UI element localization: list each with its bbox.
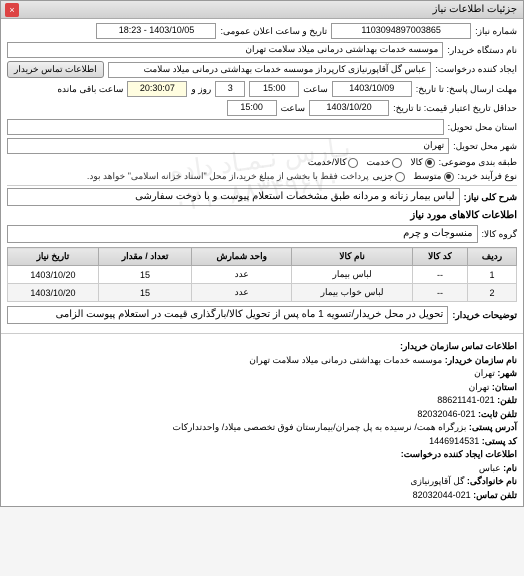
req-no-label: شماره نیاز: <box>475 26 517 37</box>
contact-buyer-button[interactable]: اطلاعات تماس خریدار <box>7 61 104 78</box>
radio-goods[interactable] <box>425 158 435 168</box>
radio-service[interactable] <box>392 158 402 168</box>
deadline-reply-date: 1403/10/09 <box>332 81 412 97</box>
creator-fname: عباس <box>479 463 501 473</box>
contact-province: تهران <box>469 382 490 392</box>
delivery-province-value <box>7 119 444 135</box>
radio-part[interactable] <box>395 172 405 182</box>
delivery-city-label: شهر محل تحویل: <box>453 141 517 152</box>
buyer-notes-label: توضیحات خریدار: <box>452 310 517 321</box>
validity-label: حداقل تاریخ اعتبار قیمت: تا تاریخ: <box>393 103 517 114</box>
th-qty: تعداد / مقدار <box>98 248 191 266</box>
close-icon[interactable]: × <box>5 3 19 17</box>
announce-value: 1403/10/05 - 18:23 <box>96 23 216 39</box>
th-name: نام کالا <box>292 248 413 266</box>
table-row: 1 -- لباس بیمار عدد 15 1403/10/20 <box>8 266 517 284</box>
org-value: موسسه خدمات بهداشتی درمانی میلاد سلامت ت… <box>7 42 443 58</box>
creator-lname: گل آقاپورنیازی <box>410 476 464 486</box>
group-label: گروه کالا: <box>482 229 517 240</box>
th-code: کد کالا <box>413 248 468 266</box>
delivery-city-value: تهران <box>7 138 449 154</box>
packaging-radio-group: کالا خدمت کالا/خدمت <box>308 157 435 168</box>
req-no-value: 1103094897003865 <box>331 23 471 39</box>
days-left: 3 <box>215 81 245 97</box>
contact-section: اطلاعات تماس سازمان خریدار: نام سازمان خ… <box>1 336 523 506</box>
radio-both[interactable] <box>348 158 358 168</box>
th-date: تاریخ نیاز <box>8 248 99 266</box>
desc-title-value: لباس بیمار زنانه و مردانه طبق مشخصات است… <box>7 188 460 206</box>
time-left: 20:30:07 <box>127 81 187 97</box>
goods-heading: اطلاعات کالاهای مورد نیاز <box>7 210 517 221</box>
contact-heading: اطلاعات تماس سازمان خریدار: <box>400 341 517 351</box>
delivery-province-label: استان محل تحویل: <box>448 122 517 133</box>
buyer-notes-value: تحویل در محل خریدار/تسویه 1 ماه پس از تح… <box>7 306 448 324</box>
validity-time: 15:00 <box>227 100 277 116</box>
radio-mid[interactable] <box>444 172 454 182</box>
th-unit: واحد شمارش <box>192 248 292 266</box>
packaging-label: طبقه بندی موضوعی: <box>439 157 517 168</box>
deadline-reply-time: 15:00 <box>249 81 299 97</box>
window-header: جزئیات اطلاعات نیاز × <box>1 1 523 19</box>
announce-label: تاریخ و ساعت اعلان عمومی: <box>220 26 327 37</box>
validity-time-label: ساعت <box>281 103 306 114</box>
desc-title-label: شرح کلی نیاز: <box>464 192 517 203</box>
goods-table: ردیف کد کالا نام کالا واحد شمارش تعداد /… <box>7 247 517 302</box>
contact-org-name: موسسه خدمات بهداشتی درمانی میلاد سلامت ت… <box>249 355 442 365</box>
requester-label: ایجاد کننده درخواست: <box>435 64 517 75</box>
deadline-reply-label: مهلت ارسال پاسخ: تا تاریخ: <box>416 84 517 95</box>
table-row: 2 -- لباس خواب بیمار عدد 15 1403/10/20 <box>8 284 517 302</box>
days-left-after: روز و <box>191 84 211 95</box>
contact-city: تهران <box>474 368 495 378</box>
validity-date: 1403/10/20 <box>309 100 389 116</box>
contact-fax: 021-82032046 <box>417 409 475 419</box>
requester-value: عباس گل آقاپورنیازی کارپرداز موسسه خدمات… <box>108 62 432 78</box>
process-radio-group: متوسط جزیی <box>373 171 454 182</box>
deadline-time-label: ساعت <box>303 84 328 95</box>
org-label: نام دستگاه خریدار: <box>447 45 517 56</box>
time-left-label: ساعت باقی مانده <box>57 84 123 95</box>
window-title: جزئیات اطلاعات نیاز <box>433 4 517 15</box>
contact-postal: 1446914531 <box>429 436 479 446</box>
creator-phone: 021-82032044 <box>413 490 471 500</box>
process-note: پرداخت فقط با بخشی از مبلغ خرید،از محل "… <box>87 171 369 182</box>
contact-phone: 021-88621141 <box>437 395 494 405</box>
group-value: منسوجات و چرم <box>7 225 478 243</box>
th-idx: ردیف <box>467 248 516 266</box>
process-label: نوع فرآیند خرید: <box>458 171 518 182</box>
contact-addr: بزرگراه همت/ نرسیده به پل چمران/بیمارستا… <box>173 422 467 432</box>
creator-heading: اطلاعات ایجاد کننده درخواست: <box>401 449 517 459</box>
